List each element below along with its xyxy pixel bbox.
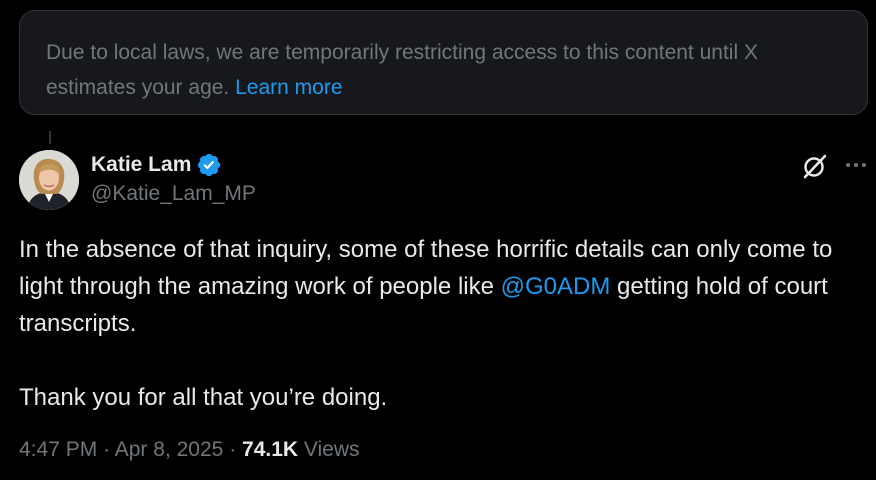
mention-link[interactable]: @G0ADM bbox=[501, 273, 611, 300]
author-display-name[interactable]: Katie Lam bbox=[91, 153, 191, 177]
views-label: Views bbox=[303, 438, 360, 461]
tweet-text: In the absence of that inquiry, some of … bbox=[19, 231, 864, 416]
verified-badge-icon[interactable] bbox=[196, 152, 222, 178]
author-name-row: Katie Lam bbox=[91, 151, 222, 179]
author-handle[interactable]: @Katie_Lam_MP bbox=[91, 182, 256, 206]
tweet-paragraph: Thank you for all that you’re doing. bbox=[19, 384, 388, 411]
views-count: 74.1K bbox=[242, 438, 299, 461]
more-options-icon[interactable] bbox=[843, 152, 869, 178]
grok-icon[interactable] bbox=[801, 152, 829, 180]
learn-more-link[interactable]: Learn more bbox=[235, 76, 342, 99]
age-restriction-notice: Due to local laws, we are temporarily re… bbox=[19, 10, 868, 115]
notice-text: Due to local laws, we are temporarily re… bbox=[46, 41, 758, 99]
tweet-meta: 4:47 PM · Apr 8, 2025 · 74.1K Views bbox=[19, 438, 360, 462]
avatar[interactable] bbox=[19, 150, 79, 210]
thread-connector-line bbox=[49, 131, 51, 144]
tweet-time[interactable]: 4:47 PM bbox=[19, 438, 97, 461]
meta-separator: · bbox=[103, 438, 111, 461]
avatar-image bbox=[19, 150, 79, 210]
meta-separator: · bbox=[229, 438, 237, 461]
tweet-date[interactable]: Apr 8, 2025 bbox=[115, 438, 224, 461]
tweet-paragraph: In the absence of that inquiry, some of … bbox=[19, 231, 864, 342]
